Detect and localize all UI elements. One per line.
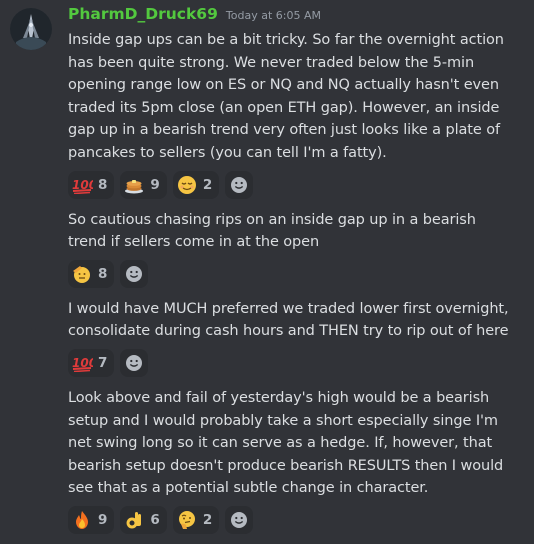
- pancakes-icon: [123, 174, 145, 196]
- relieved-face-icon: [176, 174, 198, 196]
- message-text: I would have MUCH preferred we traded lo…: [68, 300, 509, 340]
- message-text: So cautious chasing rips on an inside ga…: [68, 211, 476, 251]
- reactions-bar: 100 7: [68, 348, 528, 377]
- message-text: Look above and fail of yesterday's high …: [68, 389, 504, 497]
- message-group: PharmD_Druck69 Today at 6:05 AM Inside g…: [68, 5, 528, 544]
- reaction-count: 9: [150, 176, 160, 193]
- reaction-ok-hand[interactable]: 6: [120, 505, 167, 534]
- hundred-points-icon: 100: [71, 174, 93, 196]
- ok-hand-icon: [123, 509, 145, 531]
- reaction-count: 6: [150, 511, 160, 528]
- reactions-bar: 8: [68, 259, 528, 288]
- add-reaction-button[interactable]: [225, 170, 254, 199]
- reaction-count: 8: [98, 176, 108, 193]
- reaction-count: 2: [202, 511, 213, 528]
- avatar[interactable]: [10, 8, 52, 50]
- add-reaction-icon: [231, 511, 248, 528]
- add-reaction-button[interactable]: [120, 259, 149, 288]
- add-reaction-icon: [126, 265, 143, 282]
- message-header: PharmD_Druck69 Today at 6:05 AM: [68, 5, 528, 29]
- reaction-thinking-face[interactable]: 2: [172, 505, 220, 534]
- reaction-count: 7: [98, 354, 108, 371]
- reaction-count: 9: [98, 511, 108, 528]
- reaction-count: 2: [202, 176, 213, 193]
- message-text: Inside gap ups can be a bit tricky. So f…: [68, 32, 504, 161]
- saluting-face-icon: [71, 263, 93, 285]
- reaction-relieved-face[interactable]: 2: [172, 170, 220, 199]
- hundred-points-icon: 100: [71, 352, 93, 374]
- reaction-pancakes[interactable]: 9: [120, 170, 167, 199]
- reactions-bar: 100 8 9: [68, 170, 528, 199]
- reaction-count: 8: [98, 265, 108, 282]
- username[interactable]: PharmD_Druck69: [68, 5, 218, 23]
- reaction-hundred-points[interactable]: 100 8: [68, 170, 115, 199]
- add-reaction-icon: [231, 176, 248, 193]
- reactions-bar: 9 6 2: [68, 505, 528, 534]
- reaction-hundred-points[interactable]: 100 7: [68, 348, 115, 377]
- fire-icon: [71, 509, 93, 531]
- add-reaction-button[interactable]: [120, 348, 149, 377]
- avatar-image: [10, 8, 52, 50]
- reaction-fire[interactable]: 9: [68, 505, 115, 534]
- reaction-saluting-face[interactable]: 8: [68, 259, 115, 288]
- thinking-face-icon: [176, 509, 198, 531]
- add-reaction-button[interactable]: [225, 505, 254, 534]
- timestamp: Today at 6:05 AM: [225, 9, 321, 22]
- add-reaction-icon: [126, 354, 143, 371]
